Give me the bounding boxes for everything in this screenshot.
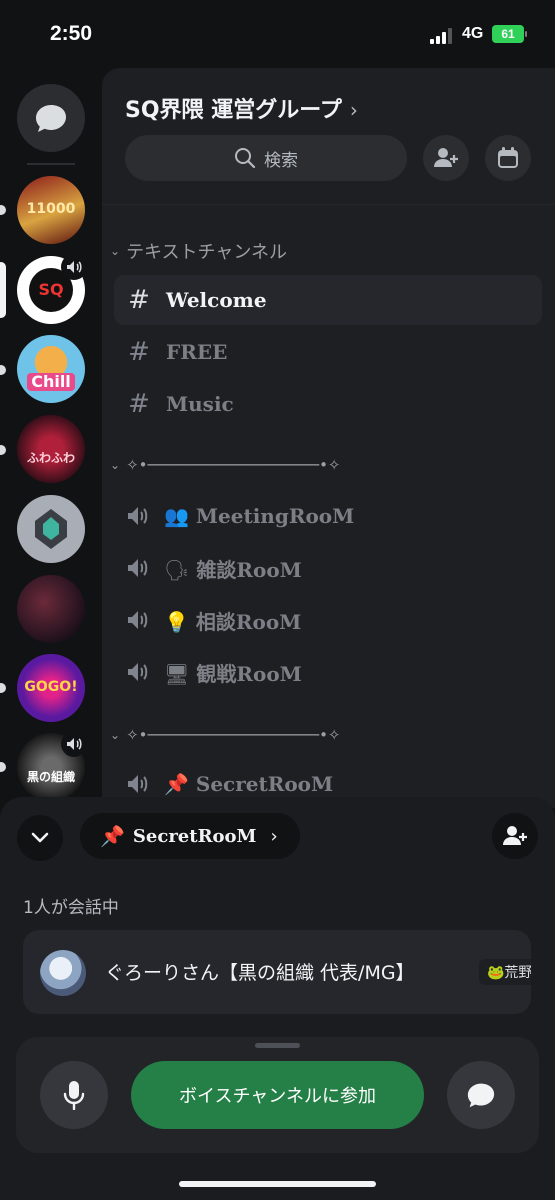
server-icon-chill[interactable]: Chill — [17, 335, 85, 403]
collapse-sheet-button[interactable] — [17, 815, 63, 861]
add-member-icon — [503, 826, 527, 845]
voice-channel-sheet: 📌 SecretRooM › 1人が会話中 ぐろーりさん【黒の組織 代表/MG】… — [0, 797, 555, 1200]
cellular-signal-icon — [430, 28, 454, 44]
chevron-right-icon: › — [349, 98, 358, 122]
channel-emoji: 👥 — [164, 504, 189, 528]
voice-channel-kansen[interactable]: 🖥 観戦RooM — [114, 647, 542, 697]
chat-bubble-icon — [467, 1083, 495, 1108]
server-icon-dark-art[interactable] — [17, 575, 85, 643]
channel-emoji: 🖥 — [164, 661, 190, 686]
voice-room-title-button[interactable]: 📌 SecretRooM › — [80, 813, 300, 859]
text-channel-icon: # — [128, 389, 150, 419]
chevron-down-icon: ⌄ — [110, 244, 121, 258]
rail-divider — [27, 163, 75, 165]
speaker-icon — [128, 559, 148, 577]
emblem-logo-icon — [35, 509, 67, 549]
invite-members-button[interactable] — [423, 135, 469, 181]
direct-messages-button[interactable] — [17, 84, 85, 152]
sheet-drag-handle[interactable] — [255, 1043, 300, 1048]
unread-indicator — [0, 683, 6, 693]
unread-indicator — [0, 365, 6, 375]
voice-channel-soudan[interactable]: 💡 相談RooM — [114, 595, 542, 645]
chevron-down-icon: ⌄ — [110, 728, 121, 742]
voice-member-card[interactable]: ぐろーりさん【黒の組織 代表/MG】 🐸荒野 — [23, 930, 531, 1014]
chevron-down-icon — [31, 832, 49, 843]
channel-free[interactable]: # FREE — [114, 327, 542, 377]
channel-emoji: 🗣 — [164, 557, 190, 582]
voice-channel-zatsudan[interactable]: 🗣 雑談RooM — [114, 543, 542, 593]
voice-channel-meetingroom[interactable]: 👥 MeetingRooM — [114, 491, 542, 541]
member-tag: 🐸荒野 — [479, 959, 531, 985]
server-name-header[interactable]: SQ界隈 運営グループ › — [125, 92, 358, 124]
search-icon — [235, 148, 256, 169]
text-channel-icon: # — [128, 337, 150, 367]
battery-icon: 61 — [492, 25, 524, 43]
chevron-down-icon: ⌄ — [110, 458, 121, 472]
chat-bubble-icon — [36, 105, 66, 132]
category-voice-divider-2[interactable]: ⌄ ✧•───────────────────•✧ — [110, 726, 340, 744]
join-voice-button[interactable]: ボイスチャンネルに参加 — [131, 1061, 424, 1129]
chevron-right-icon: › — [270, 825, 278, 847]
voice-chat-button[interactable] — [447, 1061, 515, 1129]
battery-tip — [525, 31, 527, 37]
status-bar: 2:50 4G 61 — [0, 0, 555, 70]
category-voice-divider-1[interactable]: ⌄ ✧•───────────────────•✧ — [110, 456, 340, 474]
category-text-channels[interactable]: ⌄ テキストチャンネル — [110, 238, 287, 264]
header-divider — [102, 204, 555, 205]
text-channel-icon: # — [128, 285, 150, 315]
clock: 2:50 — [50, 22, 93, 45]
events-button[interactable] — [485, 135, 531, 181]
talking-count: 1人が会話中 — [23, 898, 119, 918]
unread-indicator — [0, 445, 6, 455]
unread-indicator — [0, 205, 6, 215]
speaker-icon — [67, 738, 82, 750]
pin-emoji: 📌 — [100, 824, 125, 848]
speaker-icon — [67, 261, 82, 273]
avatar — [40, 950, 86, 996]
unread-indicator — [0, 762, 6, 772]
selected-server-indicator — [0, 262, 6, 318]
speaker-icon — [128, 507, 148, 525]
voice-active-badge — [61, 254, 87, 280]
speaker-icon — [128, 611, 148, 629]
member-name: ぐろーりさん【黒の組織 代表/MG】 — [105, 962, 415, 984]
server-icon-gogo[interactable]: GOGO! — [17, 654, 85, 722]
channel-welcome[interactable]: # Welcome — [114, 275, 542, 325]
server-icon-announcement[interactable]: 11000 — [17, 176, 85, 244]
add-member-icon — [434, 148, 458, 167]
search-placeholder: 検索 — [264, 150, 298, 171]
network-type: 4G — [462, 25, 484, 42]
voice-active-badge — [61, 731, 87, 757]
server-icon-emblem[interactable] — [17, 495, 85, 563]
invite-to-voice-button[interactable] — [492, 813, 538, 859]
speaker-icon — [128, 663, 148, 681]
channel-emoji: 💡 — [164, 609, 189, 634]
voice-controls-bar: ボイスチャンネルに参加 — [16, 1037, 539, 1153]
battery-level: 61 — [501, 27, 515, 41]
channel-music[interactable]: # Music — [114, 379, 542, 429]
server-icon-fuwafuwa[interactable]: ふわふわ — [17, 415, 85, 483]
microphone-button[interactable] — [40, 1061, 108, 1129]
calendar-icon — [498, 147, 518, 168]
home-indicator — [179, 1181, 376, 1187]
search-button[interactable]: 検索 — [125, 135, 407, 181]
speaker-icon — [128, 775, 148, 793]
channel-panel: SQ界隈 運営グループ › 検索 ⌄ テキストチャンネル # Welcome # … — [102, 68, 555, 808]
channel-emoji: 📌 — [164, 772, 189, 796]
microphone-icon — [63, 1081, 85, 1110]
